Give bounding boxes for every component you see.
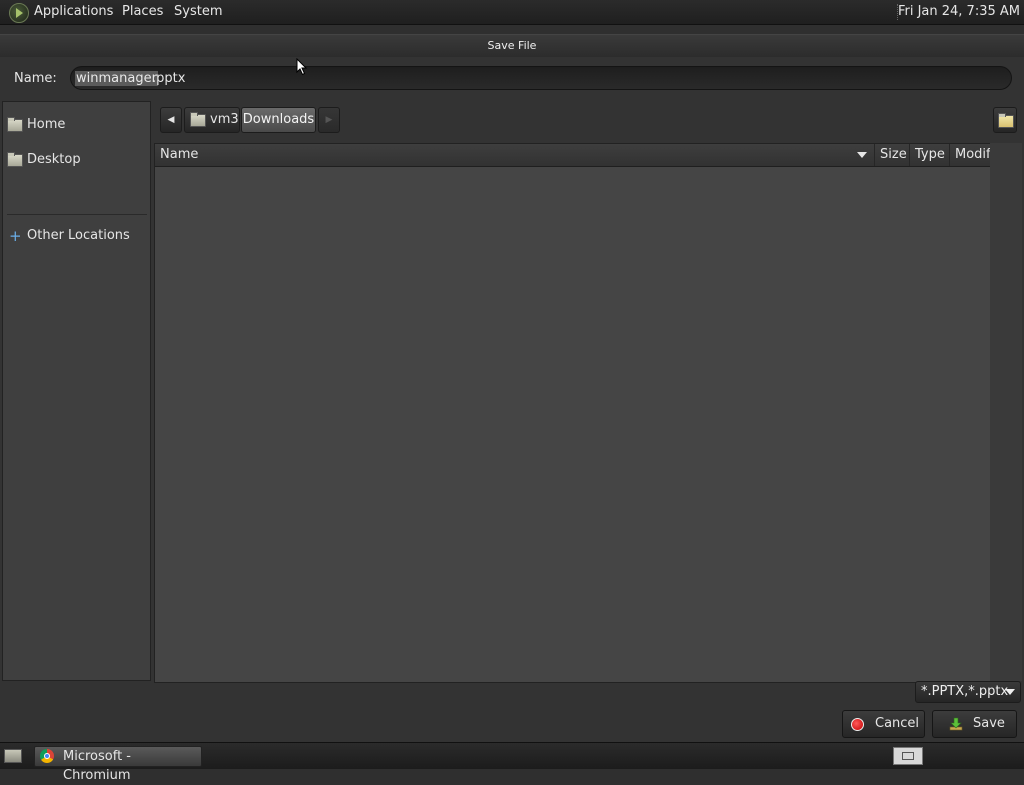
column-label: Name: [160, 147, 199, 162]
filename-selected-text: winmanager: [75, 71, 158, 86]
bottom-taskbar: Microsoft - Chromium: [0, 742, 1024, 783]
sort-descending-icon: [857, 152, 867, 158]
dialog-title: Save File: [487, 39, 537, 52]
preview-area: [990, 143, 1022, 681]
home-folder-icon: [7, 117, 23, 132]
column-label: Size: [880, 147, 907, 162]
top-panel: Applications Places System Fri Jan 24, 7…: [0, 0, 1024, 25]
column-header-size[interactable]: Size: [875, 144, 910, 166]
chevron-down-icon: [1005, 689, 1015, 695]
column-header-modified[interactable]: Modif: [950, 144, 990, 166]
path-segment-vm3[interactable]: vm3: [184, 107, 240, 133]
menu-places[interactable]: Places: [122, 4, 163, 19]
filename-input[interactable]: [70, 66, 1012, 90]
save-button-label: Save: [973, 716, 1005, 731]
path-segment-downloads[interactable]: Downloads: [241, 107, 316, 133]
sidebar-item-home[interactable]: Home: [7, 114, 147, 136]
chevron-right-icon: ▶: [325, 115, 333, 125]
save-file-dialog: Save File Name: winmanager .pptx Home De…: [0, 34, 1024, 743]
clock[interactable]: Fri Jan 24, 7:35 AM: [898, 4, 1020, 19]
filename-extension-text: .pptx: [152, 71, 186, 86]
path-back-button[interactable]: ◀: [160, 107, 182, 133]
path-segment-label: vm3: [210, 112, 239, 127]
file-type-filter-value: *.PPTX,*.pptx: [921, 684, 1009, 699]
column-label: Type: [915, 147, 945, 162]
chromium-icon: [40, 749, 54, 763]
sidebar-item-label: Desktop: [27, 152, 81, 167]
home-folder-icon: [190, 112, 206, 127]
menu-system[interactable]: System: [174, 4, 222, 19]
column-header-name[interactable]: Name: [155, 144, 875, 166]
dialog-title-bar[interactable]: Save File: [0, 35, 1024, 57]
plus-icon: +: [9, 227, 22, 245]
desktop-folder-icon: [7, 152, 23, 167]
column-header-type[interactable]: Type: [910, 144, 950, 166]
file-type-filter[interactable]: *.PPTX,*.pptx: [915, 681, 1021, 703]
file-list-header: Name Size Type Modif: [155, 144, 990, 167]
workspace-switcher[interactable]: [893, 747, 923, 765]
mouse-cursor-icon: [296, 58, 308, 76]
column-label: Modif: [955, 147, 990, 162]
show-desktop-icon[interactable]: [4, 749, 22, 763]
sidebar-item-label: Home: [27, 117, 66, 132]
places-sidebar: Home Desktop + Other Locations: [2, 101, 151, 681]
sidebar-item-desktop[interactable]: Desktop: [7, 149, 147, 171]
sidebar-item-other-locations[interactable]: + Other Locations: [7, 225, 147, 247]
file-list[interactable]: Name Size Type Modif: [154, 143, 991, 683]
chevron-left-icon: ◀: [167, 115, 175, 125]
taskbar-window-chromium[interactable]: Microsoft - Chromium: [34, 746, 202, 783]
cancel-icon: [851, 718, 864, 731]
save-button[interactable]: Save: [932, 710, 1017, 738]
path-segment-label: Downloads: [242, 112, 315, 127]
sidebar-item-label: Other Locations: [27, 228, 130, 243]
path-forward-button[interactable]: ▶: [318, 107, 340, 133]
cancel-button[interactable]: Cancel: [842, 710, 925, 738]
taskbar-window-label: Microsoft - Chromium: [63, 749, 131, 783]
menu-applications[interactable]: Applications: [34, 4, 113, 19]
new-folder-icon: [998, 113, 1014, 128]
cancel-button-label: Cancel: [875, 716, 920, 731]
sidebar-divider: [7, 214, 147, 215]
download-arrow-icon: [949, 717, 963, 731]
create-folder-button[interactable]: [993, 107, 1017, 133]
name-label: Name:: [14, 71, 57, 86]
applications-logo-icon[interactable]: [9, 3, 29, 23]
